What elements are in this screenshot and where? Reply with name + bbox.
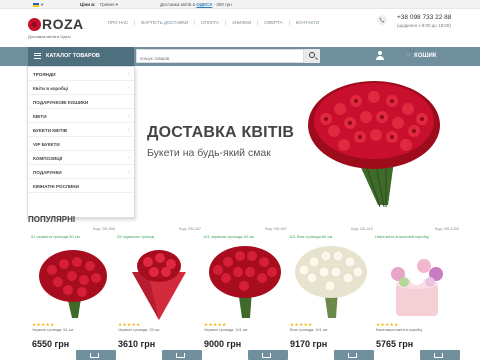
hero-title: ДОСТАВКА КВІТІВ [147, 124, 295, 141]
logo-text: ROZA [42, 16, 84, 32]
search-icon [309, 52, 315, 58]
add-to-cart-button[interactable] [420, 350, 460, 360]
catalog-dropdown: ТРОЯНДИ › Квіти в коробці › ПОДАРУНКОВІ КО… [27, 66, 135, 218]
product-price: 9000 грн [204, 339, 242, 349]
add-to-cart-button[interactable] [248, 350, 288, 360]
phone-icon[interactable] [377, 15, 387, 25]
nav-payment[interactable]: ОПЛАТА [195, 20, 227, 25]
top-bar: ▾ Ціни в: Гривня ▾ Доставка квітів в ОДЕ… [0, 0, 480, 9]
hero-subtitle: Букети на будь-який смак [147, 147, 271, 159]
nav-contacts[interactable]: КОНТАКТИ [290, 20, 326, 25]
menu-icon [34, 53, 41, 59]
product-image[interactable] [290, 242, 372, 320]
add-to-cart-button[interactable] [76, 350, 116, 360]
tagline: Доставка квітів в Одесі [28, 34, 71, 39]
phone-number[interactable]: +38 098 733 22 88 [397, 14, 451, 21]
working-hours: (щоденно з 9:00 до 18:00) [397, 23, 451, 28]
product-name[interactable]: 101 біла троянда 60 см [289, 234, 332, 239]
product-image[interactable] [376, 242, 458, 320]
nav-discounts[interactable]: ЗНИЖКИ [226, 20, 259, 25]
menu-item-compositions[interactable]: КОМПОЗИЦІЇ › [28, 151, 134, 165]
logo[interactable]: ROZA [28, 15, 84, 33]
product-desc: Червоні троянди: 51 шт. [32, 328, 75, 332]
product-code: Код: OD-606 [93, 227, 115, 231]
user-icon[interactable] [376, 51, 384, 60]
product-card[interactable]: Код: OD-607 101 червона троянда 50 см ★★… [202, 226, 288, 360]
product-code: Код: OD-267 [179, 227, 201, 231]
menu-item-bouquets[interactable]: БУКЕТИ КВІТІВ › [28, 123, 134, 137]
product-name[interactable]: 51 червона троянда 50 см [31, 234, 80, 239]
product-card[interactable]: Код: OD-1200 Ніжні квіти в шляпній короб… [374, 226, 460, 360]
nav-offer[interactable]: ОФЕРТА [258, 20, 290, 25]
chevron-right-icon: › [127, 113, 129, 119]
main-nav: ПРО НАС ВАРТІСТЬ ДОСТАВКИ ОПЛАТА ЗНИЖКИ … [102, 20, 325, 25]
menu-item-vip-bouquets[interactable]: VIP БУКЕТИ [28, 137, 134, 151]
delivery-info: Доставка квітів в ОДЕСА - 300 грн [160, 2, 232, 7]
product-card[interactable]: Код: OD-606 51 червона троянда 50 см ★★★… [30, 226, 116, 360]
add-to-cart-button[interactable] [162, 350, 202, 360]
product-name[interactable]: 25 червоних троянд [117, 234, 154, 239]
language-dropdown-arrow[interactable]: ▾ [41, 2, 43, 8]
add-to-cart-button[interactable] [334, 350, 374, 360]
product-image[interactable] [204, 242, 286, 320]
nav-about[interactable]: ПРО НАС [102, 20, 136, 25]
prices-label: Ціни в: [80, 2, 96, 7]
catalog-button[interactable]: КАТАЛОГ ТОВАРОВ [28, 47, 134, 66]
product-code: Код: OD-607 [265, 227, 287, 231]
product-desc: Червоні троянди: 25 шт. [118, 328, 161, 332]
chevron-right-icon: › [127, 169, 129, 175]
menu-item-gift-baskets[interactable]: ПОДАРУНКОВІ КОШИКИ [28, 95, 134, 109]
city-select[interactable]: ОДЕСА [196, 2, 212, 7]
product-image[interactable] [32, 242, 114, 320]
product-code: Код: OD-1200 [435, 227, 459, 231]
popular-heading: ПОПУЛЯРНІ [28, 215, 76, 224]
menu-item-house-plants[interactable]: КІМНАТНІ РОСЛИНИ [28, 179, 134, 193]
menu-item-flowers-in-box[interactable]: Квіти в коробці › [28, 81, 134, 95]
chevron-right-icon: › [127, 85, 129, 91]
product-desc: Біла троянда: 101 шт. [290, 328, 329, 332]
currency-select[interactable]: Гривня ▾ [100, 2, 118, 8]
search-input[interactable] [136, 49, 304, 63]
product-desc: Капелюшні квіти в коробці [376, 328, 423, 332]
chevron-right-icon: › [127, 71, 129, 77]
menu-item-flowers[interactable]: КВІТИ › [28, 109, 134, 123]
product-name[interactable]: 101 червона троянда 50 см [203, 234, 254, 239]
product-price: 5765 грн [376, 339, 414, 349]
chevron-right-icon: › [127, 127, 129, 133]
search-button[interactable] [304, 49, 320, 63]
product-price: 3610 грн [118, 339, 156, 349]
menu-item-gifts[interactable]: ПОДАРУНКИ › [28, 165, 134, 179]
menu-item-roses[interactable]: ТРОЯНДИ › [28, 67, 134, 81]
product-desc: Червоні троянди: 101 шт. [204, 328, 249, 332]
product-name[interactable]: Ніжні квіти в шляпній коробці [375, 234, 429, 239]
cart-button[interactable]: 🛒 КОШИК [405, 52, 437, 59]
ukraine-flag-icon[interactable] [33, 3, 39, 7]
chevron-right-icon: › [127, 155, 129, 161]
product-card[interactable]: Код: OD-267 25 червоних троянд ★★★★★ Чер… [116, 226, 202, 360]
rose-logo-icon [28, 17, 41, 31]
product-code: Код: OD-410 [351, 227, 373, 231]
product-card[interactable]: Код: OD-410 101 біла троянда 60 см ★★★★★… [288, 226, 374, 360]
nav-delivery-cost[interactable]: ВАРТІСТЬ ДОСТАВКИ [135, 20, 196, 25]
product-price: 9170 грн [290, 339, 328, 349]
rose-bouquet-image [308, 81, 440, 208]
product-price: 6550 грн [32, 339, 70, 349]
product-image[interactable] [118, 242, 200, 320]
cart-icon: 🛒 [405, 53, 413, 59]
